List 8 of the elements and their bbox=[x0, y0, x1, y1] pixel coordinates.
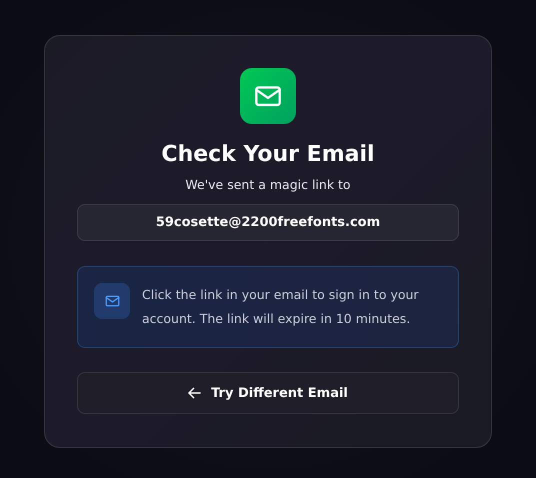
subtitle: We've sent a magic link to bbox=[185, 176, 351, 194]
try-different-email-button[interactable]: Try Different Email bbox=[77, 372, 459, 414]
envelope-icon bbox=[104, 295, 120, 307]
envelope-icon bbox=[254, 84, 282, 108]
page-title: Check Your Email bbox=[161, 141, 375, 169]
info-text: Click the link in your email to sign in to your account. The link will expire in 10 minutes. bbox=[142, 286, 420, 328]
email-address: 59cosette@2200freefonts.com bbox=[77, 204, 459, 241]
arrow-left-icon bbox=[188, 387, 202, 399]
